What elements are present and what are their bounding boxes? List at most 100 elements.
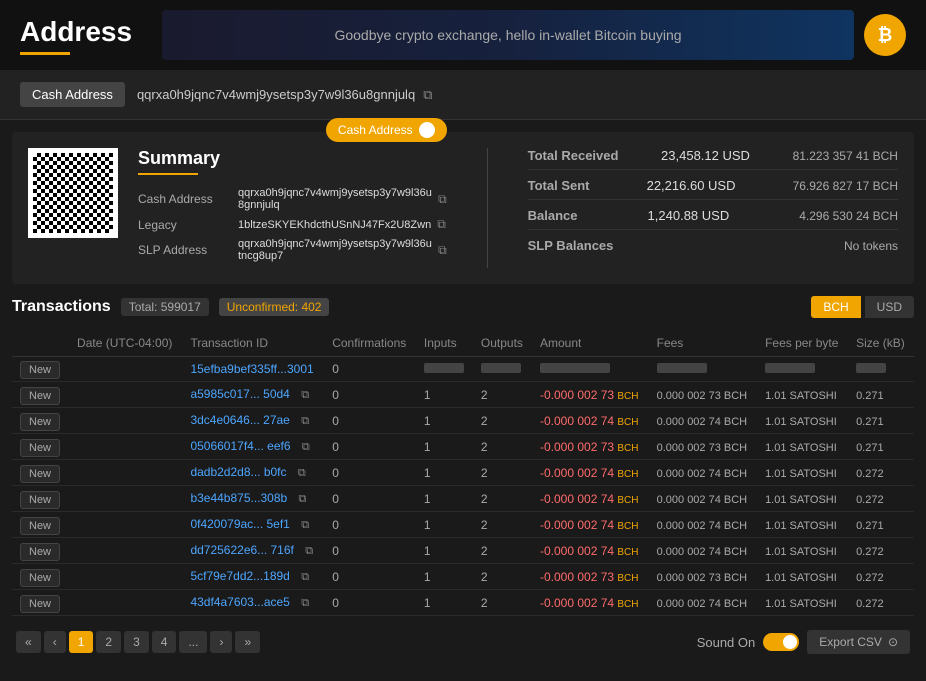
amount-cell: -0.000 002 74 BCH <box>532 590 649 616</box>
transactions-table: Date (UTC-04:00) Transaction ID Confirma… <box>12 330 914 616</box>
copy-slp-icon[interactable]: ⧉ <box>438 243 447 258</box>
bch-label: BCH <box>617 495 638 506</box>
total-received-bch: 81.223 357 41 BCH <box>793 149 898 163</box>
size-value: 0.272 <box>856 494 884 506</box>
cash-address-button[interactable]: Cash Address <box>20 82 125 107</box>
new-cell: New <box>12 486 69 512</box>
copy-txid-icon[interactable]: ⧉ <box>299 493 307 505</box>
inputs-cell: 1 <box>416 486 473 512</box>
fpb-value: 1.01 SATOSHI <box>765 546 837 558</box>
size-bar <box>856 363 886 373</box>
tx-link[interactable]: 5cf79e7dd2...189d <box>190 569 289 583</box>
amount-value: -0.000 002 73 <box>540 440 614 454</box>
txid-cell: 3dc4e0646... 27ae ⧉ <box>182 408 324 434</box>
copy-txid-icon[interactable]: ⧉ <box>302 441 310 453</box>
page-2[interactable]: 2 <box>96 631 121 653</box>
fpb-value: 1.01 SATOSHI <box>765 494 837 506</box>
amount-cell: -0.000 002 74 BCH <box>532 538 649 564</box>
amount-bar <box>540 363 610 373</box>
copy-legacy-icon[interactable]: ⧉ <box>437 217 446 232</box>
slp-address-label: SLP Address <box>138 243 238 257</box>
date-cell <box>69 538 182 564</box>
copy-txid-icon[interactable]: ⧉ <box>305 545 313 557</box>
export-csv-button[interactable]: Export CSV ⊙ <box>807 630 910 654</box>
size-cell: 0.272 <box>848 538 914 564</box>
new-cell: New <box>12 512 69 538</box>
copy-txid-icon[interactable]: ⧉ <box>301 389 309 401</box>
fees-value: 0.000 002 74 BCH <box>657 468 748 480</box>
tx-link[interactable]: 05066017f4... eef6 <box>190 439 290 453</box>
txid-cell: b3e44b875...308b ⧉ <box>182 486 324 512</box>
size-value: 0.272 <box>856 546 884 558</box>
inputs-cell: 1 <box>416 564 473 590</box>
tx-link[interactable]: dadb2d2d8... b0fc <box>190 465 286 479</box>
unconfirmed-badge: Unconfirmed: 402 <box>219 298 330 316</box>
date-cell <box>69 512 182 538</box>
copy-txid-icon[interactable]: ⧉ <box>298 467 306 479</box>
copy-icon[interactable]: ⧉ <box>423 87 432 103</box>
bch-label: BCH <box>617 391 638 402</box>
col-new <box>12 330 69 357</box>
txid-cell: 0f420079ac... 5ef1 ⧉ <box>182 512 324 538</box>
fees-value: 0.000 002 73 BCH <box>657 390 748 402</box>
new-cell: New <box>12 382 69 408</box>
page-4[interactable]: 4 <box>152 631 177 653</box>
toggle-circle <box>419 122 435 138</box>
size-cell: 0.271 <box>848 382 914 408</box>
tx-link[interactable]: b3e44b875...308b <box>190 491 287 505</box>
table-row: New 0f420079ac... 5ef1 ⧉ 0 1 2 -0.000 00… <box>12 512 914 538</box>
new-badge: New <box>20 517 60 535</box>
page-next[interactable]: › <box>210 631 232 653</box>
txid-cell: 05066017f4... eef6 ⧉ <box>182 434 324 460</box>
qr-code <box>28 148 118 238</box>
bch-label: BCH <box>617 417 638 428</box>
page-last[interactable]: » <box>235 631 260 653</box>
copy-cash-address-icon[interactable]: ⧉ <box>438 192 447 207</box>
amount-cell: -0.000 002 73 BCH <box>532 382 649 408</box>
outputs-cell <box>473 357 532 382</box>
confirmations-cell: 0 <box>324 512 416 538</box>
balance-bch: 4.296 530 24 BCH <box>799 209 898 223</box>
new-badge: New <box>20 413 60 431</box>
confirmations-cell: 0 <box>324 408 416 434</box>
fpb-value: 1.01 SATOSHI <box>765 416 837 428</box>
copy-txid-icon[interactable]: ⧉ <box>301 415 309 427</box>
amount-value: -0.000 002 74 <box>540 414 614 428</box>
usd-button[interactable]: USD <box>865 296 914 318</box>
col-size: Size (kB) <box>848 330 914 357</box>
page-ellipsis[interactable]: ... <box>179 631 207 653</box>
inputs-cell: 1 <box>416 512 473 538</box>
copy-txid-icon[interactable]: ⧉ <box>301 571 309 583</box>
fees-bar <box>657 363 707 373</box>
tx-link[interactable]: 43df4a7603...ace5 <box>190 595 289 609</box>
bch-label: BCH <box>617 547 638 558</box>
copy-txid-icon[interactable]: ⧉ <box>301 597 309 609</box>
fees-per-byte-cell: 1.01 SATOSHI <box>757 590 848 616</box>
outputs-cell: 2 <box>473 434 532 460</box>
table-row: New dadb2d2d8... b0fc ⧉ 0 1 2 -0.000 002… <box>12 460 914 486</box>
cash-address-toggle[interactable]: Cash Address <box>326 118 447 142</box>
page-1[interactable]: 1 <box>69 631 94 653</box>
summary-left: Summary Cash Address Cash Address qqrxa0… <box>138 148 447 268</box>
page-first[interactable]: « <box>16 631 41 653</box>
sound-toggle[interactable] <box>763 633 799 651</box>
page-title: Address <box>20 16 132 55</box>
page-3[interactable]: 3 <box>124 631 149 653</box>
page-prev[interactable]: ‹ <box>44 631 66 653</box>
tx-link[interactable]: 15efba9bef335ff...3001 <box>190 362 313 376</box>
amount-value: -0.000 002 73 <box>540 388 614 402</box>
currency-controls: BCH USD <box>811 296 914 318</box>
new-badge: New <box>20 491 60 509</box>
address-bar: Cash Address qqrxa0h9jqnc7v4wmj9ysetsp3y… <box>0 70 926 120</box>
confirmations-cell: 0 <box>324 434 416 460</box>
tx-link[interactable]: 0f420079ac... 5ef1 <box>190 517 289 531</box>
bch-button[interactable]: BCH <box>811 296 860 318</box>
txid-cell: 5cf79e7dd2...189d ⧉ <box>182 564 324 590</box>
copy-txid-icon[interactable]: ⧉ <box>301 519 309 531</box>
tx-link[interactable]: dd725622e6... 716f <box>190 543 293 557</box>
size-value: 0.272 <box>856 572 884 584</box>
tx-link[interactable]: 3dc4e0646... 27ae <box>190 413 289 427</box>
fees-cell: 0.000 002 73 BCH <box>649 564 757 590</box>
tx-link[interactable]: a5985c017... 50d4 <box>190 387 289 401</box>
amount-cell: -0.000 002 74 BCH <box>532 486 649 512</box>
